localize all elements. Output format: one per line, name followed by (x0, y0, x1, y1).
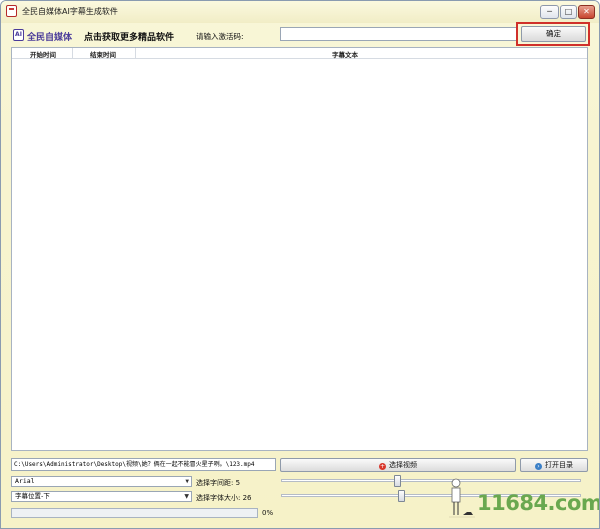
subtitle-position-value: 字幕位置-下 (15, 492, 50, 500)
chevron-down-icon: ▼ (184, 493, 189, 500)
app-icon (6, 5, 17, 17)
font-select[interactable]: Arial ▼ (11, 476, 192, 487)
subtitle-position-select[interactable]: 字幕位置-下 ▼ (11, 491, 192, 502)
font-select-value: Arial (15, 477, 35, 485)
column-divider (72, 48, 73, 58)
table-header: 开始时间 结束时间 字幕文本 (12, 48, 587, 59)
title-bar: 全民自媒体AI字幕生成软件 ─ □ ✕ (1, 1, 599, 23)
activation-code-label: 请输入激活码: (196, 32, 244, 41)
watermark-text: 11684.com (477, 491, 600, 515)
watermark-figure-icon (449, 478, 475, 518)
letter-spacing-slider[interactable] (281, 479, 581, 482)
close-button[interactable]: ✕ (578, 5, 595, 19)
logo-text: 全民自媒体 (27, 33, 73, 43)
maximize-button[interactable]: □ (560, 5, 577, 19)
confirm-button[interactable]: 确定 (521, 26, 586, 42)
open-directory-label: 打开目录 (545, 461, 573, 469)
chevron-down-icon: ▼ (185, 478, 189, 485)
open-directory-button[interactable]: › 打开目录 (520, 458, 588, 472)
progress-percent: 0% (262, 509, 274, 517)
column-divider (135, 48, 136, 58)
select-video-button[interactable]: + 选择视频 (280, 458, 516, 472)
minimize-button[interactable]: ─ (540, 5, 559, 19)
letter-spacing-label: 选择字间距: 5 (196, 479, 241, 487)
letter-spacing-slider-thumb[interactable] (394, 475, 401, 487)
subtitle-table[interactable]: 开始时间 结束时间 字幕文本 (11, 47, 588, 451)
font-size-label: 选择字体大小: 26 (196, 494, 252, 502)
column-start-time[interactable]: 开始时间 (30, 49, 56, 59)
activation-code-input[interactable] (280, 27, 518, 41)
progress-bar (11, 508, 258, 518)
app-window: 全民自媒体AI字幕生成软件 ─ □ ✕ AI 全民自媒体 点击获取更多精品软件 … (0, 0, 600, 529)
arrow-right-icon: › (535, 463, 542, 470)
column-subtitle-text[interactable]: 字幕文本 (332, 49, 358, 59)
window-title: 全民自媒体AI字幕生成软件 (22, 7, 118, 16)
video-path-field[interactable]: C:\Users\Administrator\Desktop\视频\她？俩在一起… (11, 458, 276, 471)
logo-icon: AI (13, 29, 24, 41)
add-icon: + (379, 463, 386, 470)
promo-link[interactable]: 点击获取更多精品软件 (84, 30, 174, 43)
font-size-slider-thumb[interactable] (398, 490, 405, 502)
column-end-time[interactable]: 结束时间 (90, 49, 116, 59)
select-video-label: 选择视频 (389, 461, 417, 469)
